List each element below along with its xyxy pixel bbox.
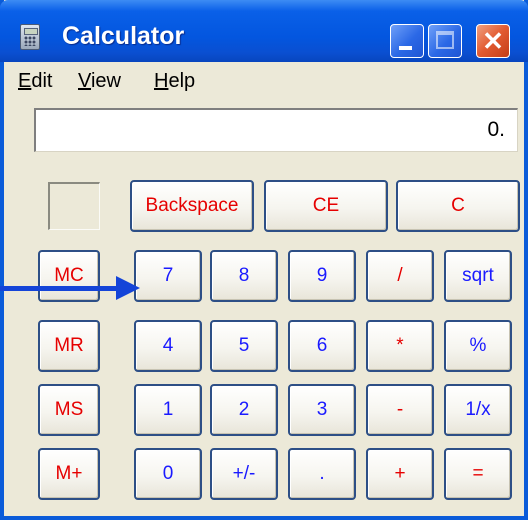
digit-9-button[interactable]: 9 (288, 250, 356, 302)
digit-2-button[interactable]: 2 (210, 384, 278, 436)
minimize-icon (399, 46, 412, 50)
result-display: 0. (34, 108, 518, 152)
menu-bar: Edit View Help (4, 62, 524, 98)
maximize-icon (436, 31, 454, 49)
memory-add-button[interactable]: M+ (38, 448, 100, 500)
sqrt-button[interactable]: sqrt (444, 250, 512, 302)
multiply-button[interactable]: * (366, 320, 434, 372)
menu-help-mnemonic: H (154, 70, 169, 92)
memory-recall-button[interactable]: MR (38, 320, 100, 372)
negate-button[interactable]: +/- (210, 448, 278, 500)
menu-help-label: elp (168, 70, 196, 92)
digit-5-button[interactable]: 5 (210, 320, 278, 372)
maximize-button[interactable] (428, 24, 462, 58)
digit-7-button[interactable]: 7 (134, 250, 202, 302)
backspace-button[interactable]: Backspace (130, 180, 254, 232)
reciprocal-button[interactable]: 1/x (444, 384, 512, 436)
digit-4-button[interactable]: 4 (134, 320, 202, 372)
arrow-shaft (0, 286, 120, 291)
arrow-right-icon (116, 276, 140, 300)
digit-0-button[interactable]: 0 (134, 448, 202, 500)
equals-button[interactable]: = (444, 448, 512, 500)
memory-store-button[interactable]: MS (38, 384, 100, 436)
divide-button[interactable]: / (366, 250, 434, 302)
subtract-button[interactable]: - (366, 384, 434, 436)
menu-edit[interactable]: Edit (18, 70, 52, 93)
percent-button[interactable]: % (444, 320, 512, 372)
menu-edit-mnemonic: E (18, 70, 32, 92)
menu-view-label: iew (90, 70, 121, 92)
digit-1-button[interactable]: 1 (134, 384, 202, 436)
menu-edit-label: dit (31, 70, 53, 92)
digit-8-button[interactable]: 8 (210, 250, 278, 302)
memory-indicator (48, 182, 100, 230)
menu-view[interactable]: View (78, 70, 121, 93)
menu-view-mnemonic: V (78, 70, 91, 92)
clear-entry-button[interactable]: CE (264, 180, 388, 232)
memory-clear-button[interactable]: MC (38, 250, 100, 302)
digit-6-button[interactable]: 6 (288, 320, 356, 372)
calculator-window: Calculator ✕ Edit View Help 0. Backspace… (0, 0, 528, 520)
close-button[interactable]: ✕ (476, 24, 510, 58)
calculator-icon (20, 24, 40, 50)
clear-button[interactable]: C (396, 180, 520, 232)
menu-help[interactable]: Help (154, 70, 195, 93)
minimize-button[interactable] (390, 24, 424, 58)
window-title: Calculator (62, 22, 185, 50)
title-bar[interactable]: Calculator ✕ (0, 0, 528, 62)
digit-3-button[interactable]: 3 (288, 384, 356, 436)
close-icon: ✕ (482, 26, 504, 56)
add-button[interactable]: + (366, 448, 434, 500)
decimal-button[interactable]: . (288, 448, 356, 500)
